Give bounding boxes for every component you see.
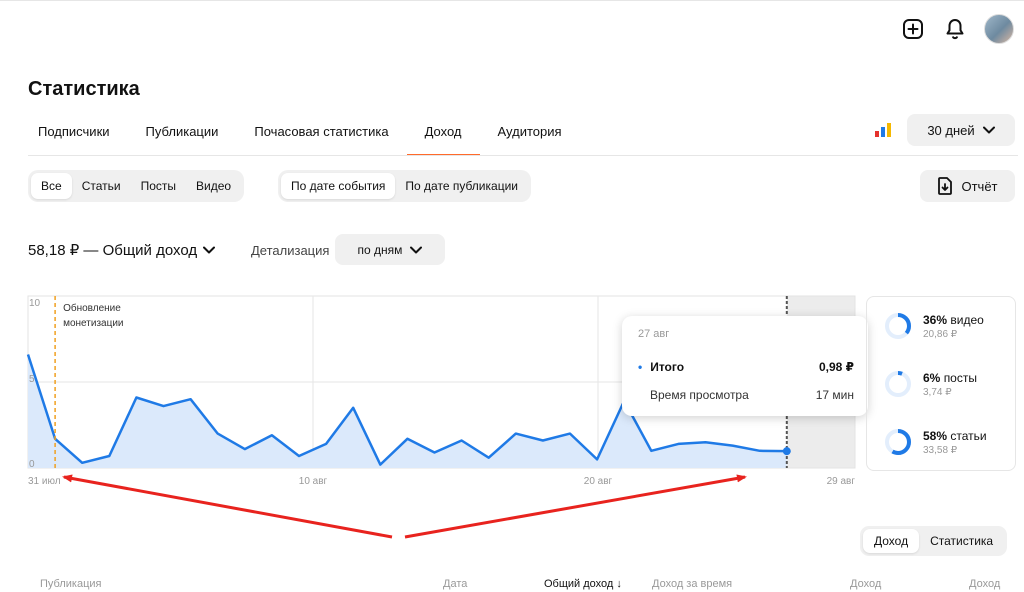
avatar[interactable] (984, 14, 1014, 44)
breakdown-posts-pct: 6% (923, 370, 941, 385)
chevron-down-icon (203, 246, 216, 254)
annotation-text-line1: Обновление (63, 302, 121, 314)
top-toolbar (900, 14, 1014, 44)
add-icon[interactable] (900, 16, 926, 42)
breakdown-articles-pct: 58% (923, 428, 948, 443)
breakdown-video-pct: 36% (923, 312, 948, 327)
breakdown-video-sum: 20,86 ₽ (923, 328, 958, 340)
report-icon (938, 177, 953, 195)
breakdown-posts-text: 6% посты 3,74 ₽ (923, 371, 977, 398)
color-bars-icon[interactable] (875, 123, 891, 137)
bell-icon[interactable] (942, 16, 968, 42)
tab-subscribers[interactable]: Подписчики (20, 114, 128, 156)
detail-label: Детализация (251, 243, 330, 258)
breakdown-video[interactable]: 36% видео 20,86 ₽ (883, 311, 984, 341)
breakdown-articles[interactable]: 58% статьи 33,58 ₽ (883, 427, 987, 457)
content-type-filter: Все Статьи Посты Видео (28, 170, 245, 202)
tooltip-total-label: Итого (638, 360, 684, 374)
breakdown-articles-name: статьи (950, 428, 987, 443)
filter-posts[interactable]: Посты (131, 173, 186, 199)
breakdown-posts-sum: 3,74 ₽ (923, 386, 952, 398)
donut-articles-icon (885, 429, 911, 455)
filter-by-event-date[interactable]: По дате события (281, 173, 396, 199)
income-total-dropdown[interactable]: 58,18 ₽ — Общий доход (28, 241, 216, 259)
donut-video-icon (885, 313, 911, 339)
breakdown-posts[interactable]: 6% посты 3,74 ₽ (883, 369, 977, 399)
income-total-title: 58,18 ₽ — Общий доход (28, 242, 198, 259)
tooltip-watch-value: 17 мин (815, 388, 854, 402)
column-income-2[interactable]: Доход (969, 578, 1000, 590)
tooltip-total-row: Итого 0,98 ₽ (638, 360, 854, 374)
tab-hourly[interactable]: Почасовая статистика (236, 114, 406, 156)
column-income-time[interactable]: Доход за время (652, 578, 732, 590)
x-tick-label-3: 29 авг (827, 476, 856, 487)
tab-publications[interactable]: Публикации (128, 114, 237, 156)
tooltip-watch-label: Время просмотра (650, 388, 749, 402)
column-income-1[interactable]: Доход (850, 578, 881, 590)
breakdown-video-text: 36% видео 20,86 ₽ (923, 313, 984, 340)
breakdown-video-name: видео (950, 312, 984, 327)
filter-articles[interactable]: Статьи (72, 173, 131, 199)
income-breakdown-card: 36% видео 20,86 ₽ 6% посты 3,74 ₽ 58% ст… (866, 296, 1016, 471)
tabs-divider (28, 155, 1018, 156)
annotation-text-line2: монетизации (63, 318, 123, 329)
tooltip-watch-row: Время просмотра 17 мин (638, 388, 854, 402)
detail-value: по дням (357, 242, 403, 257)
period-label: 30 дней (927, 122, 975, 138)
report-label: Отчёт (961, 178, 998, 194)
stats-tabs: Подписчики Публикации Почасовая статисти… (20, 114, 580, 156)
tooltip-total-value: 0,98 ₽ (818, 360, 854, 374)
toggle-statistics[interactable]: Статистика (919, 529, 1004, 553)
breakdown-articles-sum: 33,58 ₽ (923, 444, 958, 456)
x-tick-label-2: 20 авг (584, 476, 613, 487)
filter-video[interactable]: Видео (186, 173, 241, 199)
chevron-down-icon (410, 246, 423, 253)
chevron-down-icon (982, 126, 995, 134)
column-date[interactable]: Дата (443, 578, 467, 590)
table-mode-toggle: Доход Статистика (860, 526, 1008, 556)
donut-posts-icon (885, 371, 911, 397)
report-button[interactable]: Отчёт (920, 170, 1015, 202)
column-total-income[interactable]: Общий доход ↓ (544, 578, 622, 590)
x-tick-label-1: 10 авг (299, 476, 328, 487)
x-tick-label-0: 31 июл (28, 476, 61, 487)
y-tick-label-0: 10 (29, 298, 41, 309)
breakdown-posts-name: посты (943, 370, 977, 385)
date-mode-filter: По дате события По дате публикации (278, 170, 531, 202)
y-tick-label-2: 0 (29, 459, 35, 470)
tab-income[interactable]: Доход (406, 114, 480, 156)
breakdown-articles-text: 58% статьи 33,58 ₽ (923, 429, 987, 456)
toggle-income[interactable]: Доход (863, 529, 920, 553)
top-border (0, 0, 1024, 1)
y-tick-label-1: 5 (29, 374, 35, 385)
tab-audience[interactable]: Аудитория (480, 114, 580, 156)
filter-by-publication-date[interactable]: По дате публикации (395, 173, 528, 199)
filter-all[interactable]: Все (31, 173, 72, 199)
period-dropdown[interactable]: 30 дней (907, 114, 1015, 146)
tooltip-date: 27 авг (638, 328, 670, 340)
column-publication[interactable]: Публикация (40, 578, 101, 590)
detail-dropdown[interactable]: по дням (335, 234, 445, 265)
hover-point (782, 447, 791, 456)
chart-tooltip: 27 авг Итого 0,98 ₽ Время просмотра 17 м… (622, 316, 868, 416)
page-title: Статистика (28, 78, 140, 100)
